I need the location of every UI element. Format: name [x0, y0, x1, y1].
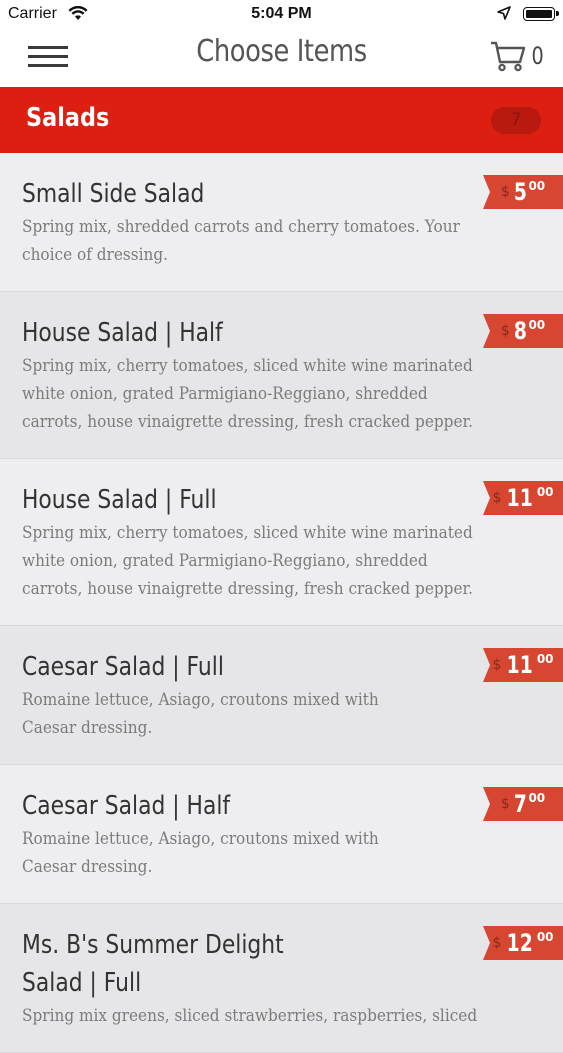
price-tag: $ 12 00: [483, 926, 563, 960]
price-tag: $ 11 00: [483, 481, 563, 515]
battery-icon: [523, 7, 559, 21]
price-dollars: 7: [513, 790, 527, 818]
price-dollars: 11: [507, 651, 534, 679]
category-header-salads[interactable]: Salads 7: [0, 87, 563, 154]
price-dollars: 11: [507, 484, 534, 512]
currency-symbol: $: [500, 796, 510, 812]
price-cents: 00: [528, 791, 546, 805]
item-description: Romaine lettuce, Asiago, croutons mixed …: [22, 690, 379, 738]
price-cents: 00: [528, 179, 546, 193]
currency-symbol: $: [492, 490, 502, 506]
cart-icon: [490, 41, 525, 72]
price-cents: 00: [536, 485, 554, 499]
item-description: Romaine lettuce, Asiago, croutons mixed …: [22, 829, 379, 877]
status-bar: Carrier 5:04 PM: [0, 0, 563, 30]
currency-symbol: $: [500, 323, 510, 339]
price-dollars: 8: [513, 317, 527, 345]
item-name: House Salad | Half: [22, 318, 223, 348]
page-title: Choose Items: [196, 34, 367, 69]
location-arrow-icon: [497, 6, 511, 25]
price-tag: $ 5 00: [483, 175, 563, 209]
menu-item[interactable]: House Salad | Half Spring mix, cherry to…: [0, 292, 563, 459]
nav-bar: Choose Items 0: [0, 30, 563, 88]
menu-item[interactable]: Caesar Salad | Half Romaine lettuce, Asi…: [0, 765, 563, 904]
price-cents: 00: [536, 930, 554, 944]
price-cents: 00: [528, 318, 546, 332]
price-cents: 00: [536, 652, 554, 666]
price-tag: $ 11 00: [483, 648, 563, 682]
category-count-badge: 7: [491, 107, 541, 134]
cart-count: 0: [531, 42, 544, 70]
menu-item[interactable]: House Salad | Full Spring mix, cherry to…: [0, 459, 563, 626]
menu-item[interactable]: Caesar Salad | Full Romaine lettuce, Asi…: [0, 626, 563, 765]
status-time: 5:04 PM: [251, 5, 312, 22]
price-tag: $ 8 00: [483, 314, 563, 348]
item-description: Spring mix, cherry tomatoes, sliced whit…: [22, 356, 474, 432]
menu-item[interactable]: Small Side Salad Spring mix, shredded ca…: [0, 153, 563, 292]
item-name: Caesar Salad | Full: [22, 652, 224, 682]
item-name: Caesar Salad | Half: [22, 791, 231, 821]
menu-item[interactable]: Ms. B's Summer Delight Salad | Full Spri…: [0, 904, 563, 1053]
price-dollars: 12: [507, 929, 534, 957]
currency-symbol: $: [492, 935, 502, 951]
price-dollars: 5: [513, 178, 527, 206]
category-title: Salads: [26, 103, 110, 133]
menu-items-list: Small Side Salad Spring mix, shredded ca…: [0, 153, 563, 1053]
cart-button[interactable]: 0: [490, 38, 545, 74]
item-name: Ms. B's Summer Delight Salad | Full: [22, 930, 284, 998]
item-description: Spring mix, cherry tomatoes, sliced whit…: [22, 523, 474, 599]
currency-symbol: $: [492, 657, 502, 673]
item-name: House Salad | Full: [22, 485, 217, 515]
item-description: Spring mix greens, sliced strawberries, …: [22, 1006, 478, 1026]
item-name: Small Side Salad: [22, 179, 205, 209]
item-description: Spring mix, shredded carrots and cherry …: [22, 217, 460, 265]
currency-symbol: $: [500, 184, 510, 200]
price-tag: $ 7 00: [483, 787, 563, 821]
